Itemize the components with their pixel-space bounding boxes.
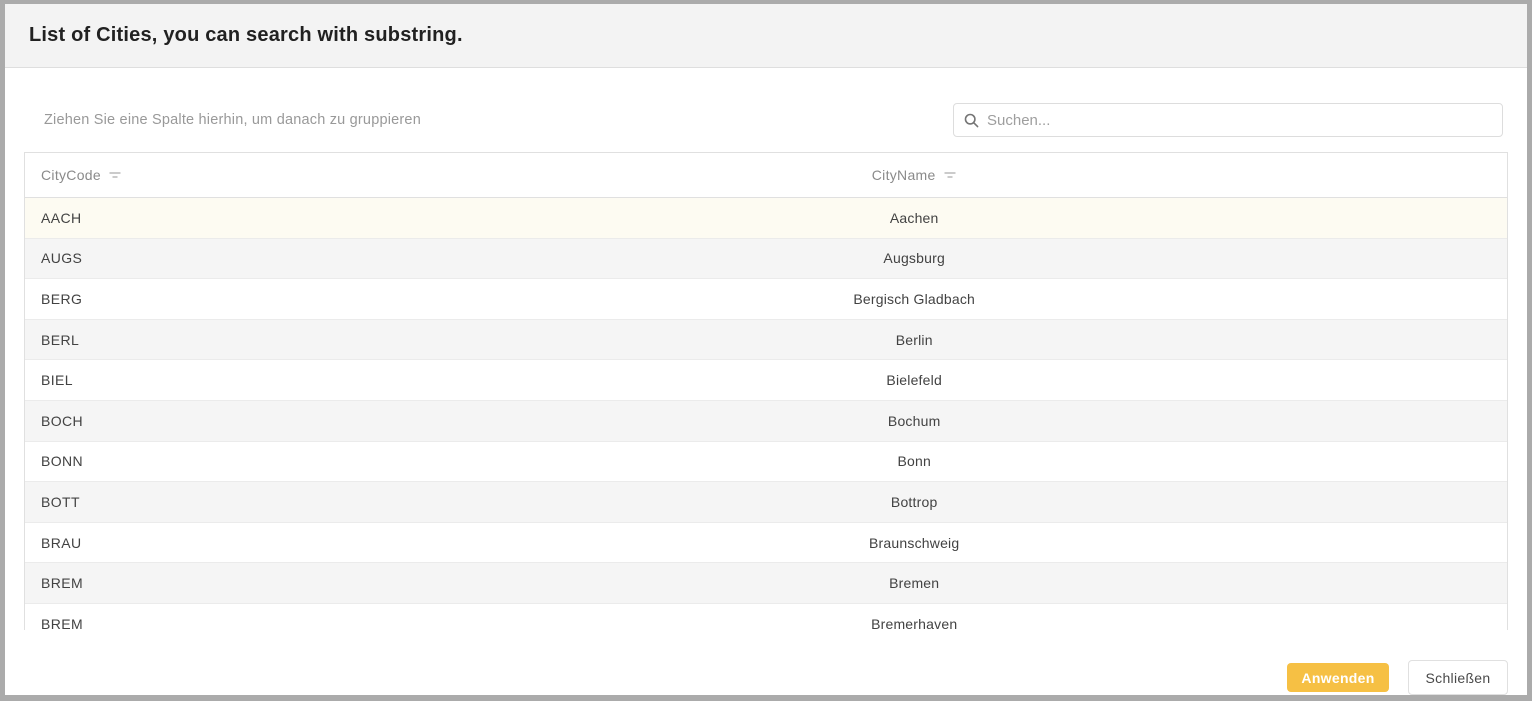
cell-cityname: Aachen <box>321 198 1507 238</box>
dialog-titlebar: List of Cities, you can search with subs… <box>5 4 1527 68</box>
cell-cityname: Bielefeld <box>321 360 1507 400</box>
cell-citycode: BRAU <box>25 523 321 563</box>
cell-cityname: Bergisch Gladbach <box>321 279 1507 319</box>
table-row[interactable]: BRAUBraunschweig <box>25 523 1507 564</box>
dialog-body: Ziehen Sie eine Spalte hierhin, um danac… <box>5 68 1527 695</box>
cell-citycode: BOCH <box>25 401 321 441</box>
cell-cityname: Berlin <box>321 320 1507 360</box>
dialog-footer: Anwenden Schließen <box>24 660 1508 695</box>
cities-grid: CityCode CityName <box>24 152 1508 630</box>
table-row[interactable]: BREMBremerhaven <box>25 604 1507 630</box>
table-row[interactable]: BOCHBochum <box>25 401 1507 442</box>
cell-cityname: Bottrop <box>321 482 1507 522</box>
header-filter-icon[interactable] <box>108 170 122 180</box>
table-body: AACHAachenAUGSAugsburgBERGBergisch Gladb… <box>25 198 1507 630</box>
cell-citycode: BREM <box>25 604 321 630</box>
cell-citycode: AACH <box>25 198 321 238</box>
close-button[interactable]: Schließen <box>1408 660 1508 695</box>
column-header-cityname[interactable]: CityName <box>321 153 1507 197</box>
cell-cityname: Bochum <box>321 401 1507 441</box>
cell-cityname: Bremen <box>321 563 1507 603</box>
cell-citycode: BREM <box>25 563 321 603</box>
cell-cityname: Braunschweig <box>321 523 1507 563</box>
table-row[interactable]: AACHAachen <box>25 198 1507 239</box>
table-row[interactable]: BOTTBottrop <box>25 482 1507 523</box>
search-input[interactable] <box>987 112 1492 129</box>
search-icon <box>964 113 979 128</box>
table-row[interactable]: BIELBielefeld <box>25 360 1507 401</box>
grid-toolbar: Ziehen Sie eine Spalte hierhin, um danac… <box>24 103 1508 137</box>
dialog-window: List of Cities, you can search with subs… <box>0 0 1532 701</box>
table-row[interactable]: BERGBergisch Gladbach <box>25 279 1507 320</box>
cell-citycode: BERL <box>25 320 321 360</box>
cell-citycode: BONN <box>25 442 321 482</box>
column-header-label: CityCode <box>41 167 101 183</box>
page-title: List of Cities, you can search with subs… <box>29 24 463 47</box>
header-filter-icon[interactable] <box>943 170 957 180</box>
cell-citycode: BOTT <box>25 482 321 522</box>
group-panel-placeholder: Ziehen Sie eine Spalte hierhin, um danac… <box>44 112 421 128</box>
apply-button[interactable]: Anwenden <box>1287 663 1389 692</box>
column-header-citycode[interactable]: CityCode <box>25 153 321 197</box>
search-box[interactable] <box>953 103 1503 137</box>
cell-cityname: Bonn <box>321 442 1507 482</box>
grid-header-row: CityCode CityName <box>25 153 1507 198</box>
table-row[interactable]: AUGSAugsburg <box>25 239 1507 280</box>
column-header-label: CityName <box>872 167 936 183</box>
cell-citycode: AUGS <box>25 239 321 279</box>
cell-cityname: Augsburg <box>321 239 1507 279</box>
cell-citycode: BIEL <box>25 360 321 400</box>
cell-citycode: BERG <box>25 279 321 319</box>
table-row[interactable]: BREMBremen <box>25 563 1507 604</box>
table-row[interactable]: BONNBonn <box>25 442 1507 483</box>
table-row[interactable]: BERLBerlin <box>25 320 1507 361</box>
cell-cityname: Bremerhaven <box>321 604 1507 630</box>
